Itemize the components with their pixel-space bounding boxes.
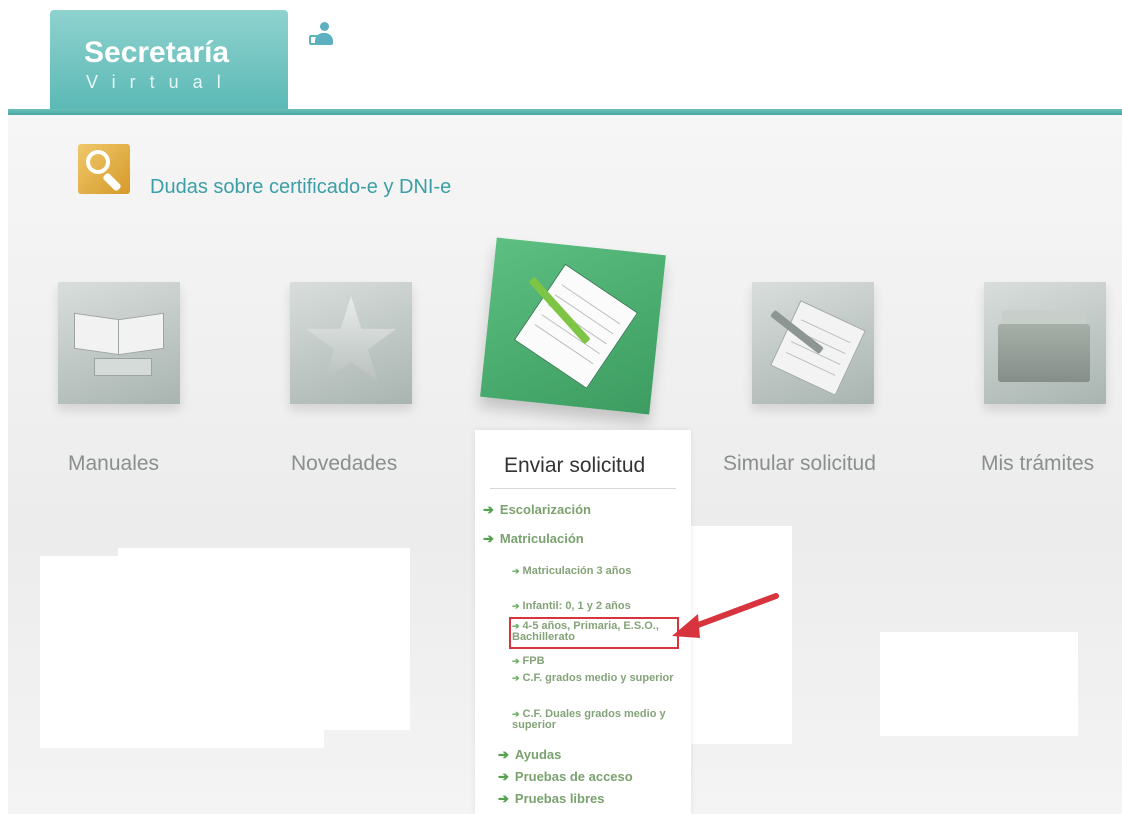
book-icon xyxy=(74,312,120,356)
arrow-right-icon: ➔ xyxy=(512,709,520,719)
arrow-right-icon: ➔ xyxy=(512,656,520,666)
logo-title: Secretaría xyxy=(84,36,230,69)
certificate-help-link[interactable]: Dudas sobre certificado-e y DNI-e xyxy=(150,176,451,199)
enviar-solicitud-label[interactable]: Enviar solicitud xyxy=(504,454,645,478)
logo-subtitle: Virtual xyxy=(86,72,235,92)
novedades-tile[interactable] xyxy=(290,282,412,404)
arrow-right-icon: ➔ xyxy=(498,747,509,762)
novedades-label[interactable]: Novedades xyxy=(291,452,397,476)
manuales-label[interactable]: Manuales xyxy=(68,452,159,476)
dropdown-divider xyxy=(490,488,676,489)
blank-panel xyxy=(880,632,1078,736)
highlight-box xyxy=(509,617,679,649)
menu-item-ayudas[interactable]: ➔ Ayudas xyxy=(498,748,561,762)
user-icon[interactable] xyxy=(315,22,333,48)
enviar-solicitud-tile[interactable] xyxy=(480,237,666,415)
star-icon xyxy=(305,296,397,382)
simular-solicitud-tile[interactable] xyxy=(752,282,874,404)
submenu-item-fpb[interactable]: ➔ FPB xyxy=(512,656,682,667)
blank-panel xyxy=(118,548,410,730)
arrow-right-icon: ➔ xyxy=(483,502,494,517)
mis-tramites-tile[interactable] xyxy=(984,282,1106,404)
simular-solicitud-label[interactable]: Simular solicitud xyxy=(723,452,876,476)
submenu-item-cf-grados[interactable]: ➔ C.F. grados medio y superior xyxy=(512,673,676,684)
menu-item-matriculacion[interactable]: ➔ Matriculación xyxy=(483,532,584,546)
mis-tramites-label[interactable]: Mis trámites xyxy=(981,452,1094,476)
arrow-right-icon: ➔ xyxy=(498,769,509,784)
arrow-right-icon: ➔ xyxy=(512,601,520,611)
callout-arrow-icon xyxy=(672,593,779,638)
submenu-item-cf-duales[interactable]: ➔ C.F. Duales grados medio y superior xyxy=(512,709,676,731)
arrow-right-icon: ➔ xyxy=(498,791,509,806)
submenu-item-infantil[interactable]: ➔ Infantil: 0, 1 y 2 años xyxy=(512,601,682,612)
arrow-right-icon: ➔ xyxy=(512,673,520,683)
menu-item-pruebas-acceso[interactable]: ➔ Pruebas de acceso xyxy=(498,770,633,784)
manuales-tile[interactable] xyxy=(58,282,180,404)
menu-item-escolarizacion[interactable]: ➔ Escolarización xyxy=(483,503,591,517)
menu-item-pruebas-libres[interactable]: ➔ Pruebas libres xyxy=(498,792,605,806)
submenu-item-matriculacion-3[interactable]: ➔ Matriculación 3 años xyxy=(512,566,672,577)
arrow-right-icon: ➔ xyxy=(512,566,520,576)
magnifier-icon[interactable] xyxy=(78,144,130,194)
header-divider xyxy=(8,109,1122,115)
secretaria-virtual-logo[interactable]: Secretaría Virtual xyxy=(50,10,324,110)
arrow-right-icon: ➔ xyxy=(483,531,494,546)
